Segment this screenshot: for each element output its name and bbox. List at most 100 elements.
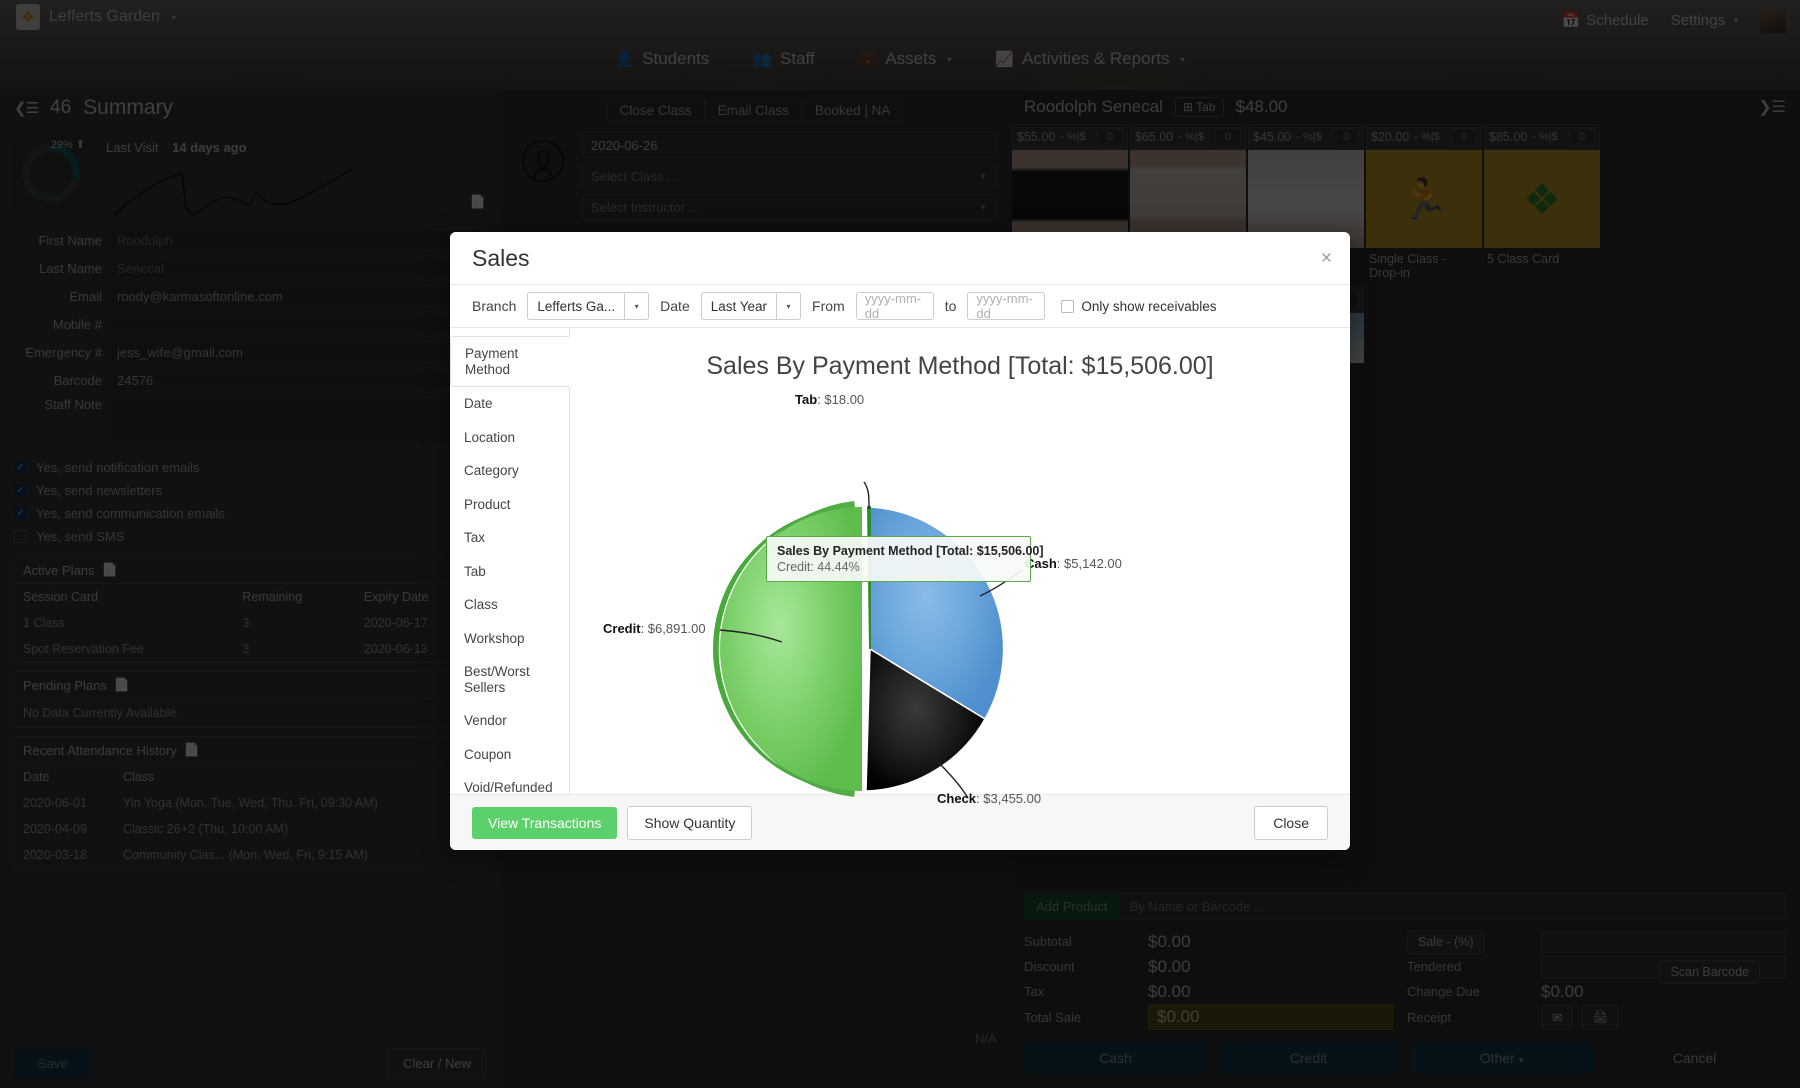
cash-button[interactable]: Cash	[1024, 1042, 1207, 1074]
sidebar-item-tab[interactable]: Tab	[450, 555, 569, 589]
donut-percent: 29% ⬆	[51, 138, 85, 151]
collapse-menu-icon[interactable]: ❮☰	[14, 99, 39, 117]
pos-header: Roodolph Senecal ⊞ Tab $48.00 ❯☰	[1010, 90, 1800, 124]
product-card[interactable]: $85.00 - %|$ 0 ❖ 5 Class Card	[1484, 124, 1600, 285]
chevron-down-icon: ▼	[979, 171, 987, 181]
clear-new-button[interactable]: Clear / New	[388, 1049, 486, 1078]
checkbox-sms[interactable]: Yes, send SMS	[0, 525, 500, 548]
select-class-dropdown[interactable]: Select Class ... ▼	[582, 163, 996, 189]
quantity-input[interactable]: 0	[1097, 128, 1123, 146]
sidebar-item-class[interactable]: Class	[450, 588, 569, 622]
to-date-input[interactable]: yyyy-mm-dd	[967, 291, 1046, 321]
select-instructor-dropdown[interactable]: Select Instructor ... ▼	[582, 194, 996, 220]
quantity-input[interactable]: 0	[1451, 128, 1477, 146]
id-card-icon[interactable]: 📄	[470, 194, 486, 210]
close-modal-button[interactable]: Close	[1254, 805, 1328, 840]
field-last-name: Last Name Senecal	[0, 254, 500, 282]
from-date-input[interactable]: yyyy-mm-dd	[855, 291, 934, 321]
emergency-input[interactable]: jess_wife@gmail.com	[110, 341, 486, 363]
pending-plans-header: Pending Plans 📄	[15, 672, 485, 699]
checkbox-newsletters[interactable]: ✓ Yes, send newsletters	[0, 479, 500, 502]
staff-note-label: Staff Note	[44, 397, 102, 412]
staff-note-textarea[interactable]	[110, 397, 486, 445]
pie-chart-svg	[713, 481, 1023, 799]
summary-header: ❮☰ 46 Summary	[0, 90, 500, 126]
nav-students[interactable]: 👤 Students	[616, 49, 710, 69]
cancel-button[interactable]: Cancel	[1603, 1042, 1786, 1074]
chevron-down-icon[interactable]: ▾	[172, 13, 176, 22]
close-icon[interactable]: ×	[1321, 248, 1332, 270]
quantity-input[interactable]: 0	[1333, 128, 1359, 146]
label-credit: Credit: $6,891.00	[603, 621, 706, 636]
credit-button[interactable]: Credit	[1217, 1042, 1400, 1074]
date-range-select[interactable]: Last Year ▾	[700, 292, 802, 320]
sidebar-item-best-worst-sellers[interactable]: Best/Worst Sellers	[450, 655, 569, 704]
last-name-input[interactable]: Senecal	[110, 257, 486, 279]
checkbox-notification-emails[interactable]: ✓ Yes, send notification emails	[0, 456, 500, 479]
nav-staff[interactable]: 👥 Staff	[753, 49, 814, 69]
email-receipt-icon[interactable]: ✉	[1541, 1004, 1574, 1030]
quantity-input[interactable]: 0	[1215, 128, 1241, 146]
email-class-button[interactable]: Email Class	[704, 99, 802, 122]
view-transactions-button[interactable]: View Transactions	[472, 806, 618, 839]
discount-value: $0.00	[1148, 956, 1191, 976]
sidebar-item-workshop[interactable]: Workshop	[450, 622, 569, 656]
discount-toggle[interactable]: - %|$	[1296, 131, 1321, 143]
only-receivables-label: Only show receivables	[1081, 298, 1217, 314]
sale-percent-chip[interactable]: Sale - (%)	[1407, 929, 1485, 954]
sidebar-item-location[interactable]: Location	[450, 421, 569, 455]
add-product-button[interactable]: Add Product	[1024, 893, 1120, 920]
checkbox-communication-emails[interactable]: ✓ Yes, send communication emails	[0, 502, 500, 525]
first-name-input[interactable]: Roodolph	[110, 229, 486, 251]
field-barcode: Barcode 24576	[0, 366, 500, 394]
product-search-input[interactable]: By Name or Barcode ...	[1119, 893, 1786, 920]
close-class-button[interactable]: Close Class	[606, 99, 705, 122]
save-button[interactable]: Save	[14, 1049, 92, 1078]
class-actions: Close Class Email Class Booked | NA	[500, 90, 1010, 128]
class-date-input[interactable]: 2020-06-26	[582, 132, 996, 158]
sidebar-item-category[interactable]: Category	[450, 454, 569, 488]
print-receipt-icon[interactable]: 🖨	[1581, 1004, 1620, 1030]
plus-icon: ⊞	[1182, 100, 1194, 114]
barcode-input[interactable]: 24576	[110, 369, 486, 391]
tooltip-title: Sales By Payment Method [Total: $15,506.…	[777, 544, 1044, 558]
sidebar-item-coupon[interactable]: Coupon	[450, 738, 569, 772]
modal-filters: Branch Lefferts Ga... ▾ Date Last Year ▾…	[450, 284, 1350, 328]
active-plans-table: Session Card Remaining Expiry Date 1 Cla…	[15, 584, 485, 662]
discount-toggle[interactable]: - %|$	[1532, 131, 1557, 143]
discount-toggle[interactable]: - %|$	[1414, 131, 1439, 143]
sidebar-item-payment-method[interactable]: Payment Method	[450, 336, 570, 388]
tab-badge[interactable]: ⊞ Tab	[1174, 97, 1224, 117]
settings-menu[interactable]: Settings ▾	[1671, 12, 1738, 29]
brand[interactable]: ❖ Lefferts Garden ▾	[16, 4, 176, 30]
avatar[interactable]	[1760, 7, 1786, 33]
product-caption: Single Class - Drop-in	[1369, 252, 1447, 281]
sidebar-item-void-refunded[interactable]: Void/Refunded	[450, 771, 569, 805]
sidebar-item-product[interactable]: Product	[450, 488, 569, 522]
checkbox-icon	[14, 530, 27, 543]
sidebar-item-date[interactable]: Date	[450, 387, 569, 421]
label-check-value: $3,455.00	[983, 791, 1042, 806]
other-button[interactable]: Other ▾	[1410, 1042, 1593, 1074]
branch-select[interactable]: Lefferts Ga... ▾	[527, 292, 650, 320]
nav-activities-reports[interactable]: 📈 Activities & Reports ▾	[995, 49, 1184, 69]
collapse-icon[interactable]: ❯☰	[1758, 97, 1786, 117]
email-input[interactable]: roody@karmasoftonline.com	[110, 285, 486, 307]
sidebar-item-vendor[interactable]: Vendor	[450, 704, 569, 738]
only-receivables-checkbox[interactable]: Only show receivables	[1061, 299, 1216, 314]
sale-input[interactable]	[1541, 930, 1786, 953]
sidebar-item-tax[interactable]: Tax	[450, 521, 569, 555]
booked-status[interactable]: Booked | NA	[801, 99, 904, 122]
show-quantity-button[interactable]: Show Quantity	[627, 805, 753, 840]
tax-value: $0.00	[1148, 981, 1191, 1001]
receipt-label: Receipt	[1407, 1009, 1452, 1025]
nav-assets[interactable]: 💼 Assets ▾	[859, 49, 952, 69]
scan-barcode-button[interactable]: Scan Barcode	[1659, 960, 1760, 984]
discount-toggle[interactable]: - %|$	[1178, 131, 1203, 143]
quantity-input[interactable]: 0	[1569, 128, 1595, 146]
schedule-link[interactable]: 📅 Schedule	[1562, 11, 1649, 30]
discount-toggle[interactable]: - %|$	[1060, 131, 1085, 143]
product-card[interactable]: $20.00 - %|$ 0 🏃 Single Class - Drop-in	[1366, 124, 1482, 285]
label-tab: Tab: $18.00	[795, 392, 865, 407]
mobile-input[interactable]	[110, 313, 486, 335]
